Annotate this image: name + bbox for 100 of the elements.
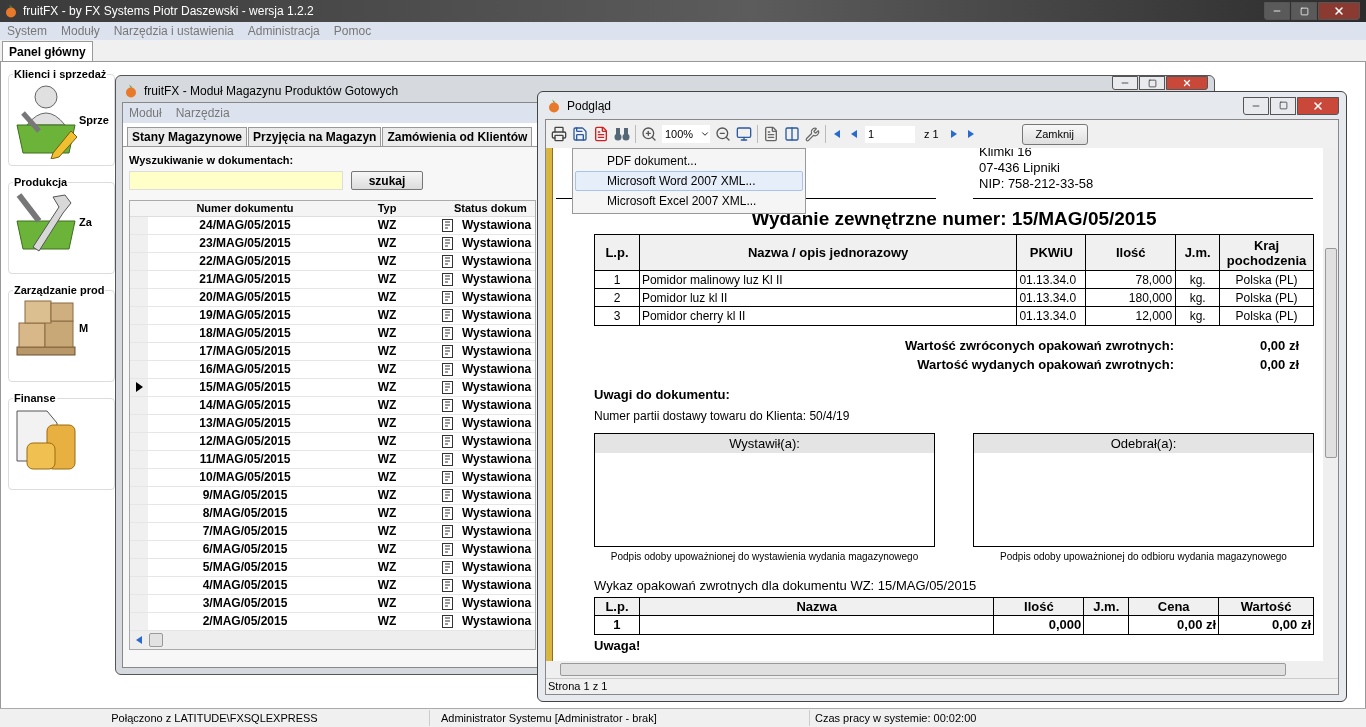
table-cell-text: Polska (PL) [1234, 308, 1299, 325]
total-value: 0,00 zł [1258, 355, 1299, 374]
group-label[interactable]: Za [79, 214, 92, 231]
group-label[interactable]: M [79, 320, 89, 337]
document-icon [441, 452, 453, 466]
pdf-icon[interactable] [593, 126, 609, 142]
table-cell-text: 7/MAG/05/2015 [201, 523, 289, 540]
table-cell-text: Wystawiona [462, 523, 532, 540]
column-header: Cena [1129, 598, 1220, 615]
table-cell-text: 2/MAG/05/2015 [201, 613, 289, 630]
column-header: J.m. [1084, 598, 1130, 615]
document-icon [441, 326, 453, 340]
table-cell-text: Wystawiona [462, 433, 532, 450]
close-preview-button[interactable]: Zamknij [1021, 123, 1088, 145]
table-cell-text: 4/MAG/05/2015 [201, 577, 289, 594]
document-icon [441, 470, 453, 484]
window-title: fruitFX - by FX Systems Piotr Daszewski - wersja 1.2.2 [23, 3, 314, 20]
window-title: fruitFX - Moduł Magazynu Produktów Gotowych [144, 83, 399, 100]
table-cell: Pomidor cherry kl II [639, 307, 1018, 325]
search-field[interactable] [129, 170, 343, 190]
table-cell-text: WZ [376, 541, 398, 558]
menu-item[interactable]: Moduł [129, 104, 162, 122]
maximize-icon [1278, 101, 1288, 110]
table-cell-text: 20/MAG/05/2015 [198, 289, 292, 306]
menu-item[interactable]: Moduły [61, 22, 100, 40]
minimize-button[interactable] [1243, 96, 1269, 115]
address-line: NIP: 758-212-33-58 [979, 176, 1095, 192]
maximize-icon [1299, 6, 1309, 16]
column-header: Ilość [994, 598, 1085, 615]
table-cell-text: Wystawiona [462, 541, 532, 558]
column-header[interactable]: Typ [342, 199, 432, 217]
table-cell: 12,000 [1086, 307, 1177, 325]
menu-item[interactable]: Narzędzia i ustawienia [113, 22, 234, 40]
document-icon [441, 416, 453, 430]
menu-item[interactable]: Administracja [247, 22, 320, 40]
save-icon[interactable] [572, 126, 588, 142]
menu-item[interactable]: Microsoft Excel 2007 XML... [575, 191, 803, 211]
print-icon[interactable] [551, 126, 567, 142]
close-button[interactable] [1318, 2, 1360, 20]
notes-title: Uwagi do dokumentu: [594, 386, 731, 404]
close-icon [1312, 99, 1324, 112]
document-icon [441, 254, 453, 268]
maximize-button[interactable] [1270, 96, 1296, 115]
table-cell-text: WZ [376, 415, 398, 432]
maximize-button[interactable] [1139, 76, 1165, 90]
tab[interactable]: Zamówienia od Klientów [382, 127, 533, 146]
row-pointer-icon [135, 382, 143, 392]
document-icon [441, 308, 453, 322]
table-cell-text: Wystawiona [462, 271, 532, 288]
binoculars-icon[interactable] [614, 127, 630, 141]
table-cell: 01.13.34.0 [1017, 271, 1087, 288]
basket-icon [13, 82, 79, 159]
zoom-out-icon[interactable] [715, 126, 731, 142]
table-cell-text: 23/MAG/05/2015 [198, 235, 292, 252]
maximize-button[interactable] [1291, 2, 1317, 20]
menu-item[interactable]: System [7, 22, 47, 40]
window-title: Podgląd [567, 97, 612, 115]
page-icon[interactable] [763, 126, 779, 142]
tab[interactable]: Stany Magazynowe [127, 127, 248, 146]
table-cell-text: 3/MAG/05/2015 [201, 595, 289, 612]
minimize-button[interactable] [1112, 76, 1138, 90]
monitor-icon[interactable] [736, 126, 752, 142]
close-button[interactable] [1166, 76, 1208, 90]
table-cell-text: 13/MAG/05/2015 [198, 415, 292, 432]
table-cell: kg. [1176, 289, 1221, 306]
page-field[interactable]: 1 [865, 125, 915, 143]
zoom-select[interactable]: 100% [662, 125, 710, 143]
wrench-icon[interactable] [805, 126, 820, 142]
table-cell-text: Wystawiona [462, 577, 532, 594]
scroll-thumb[interactable] [1324, 248, 1337, 458]
table-cell-text: 9/MAG/05/2015 [201, 487, 289, 504]
table-cell: kg. [1176, 307, 1221, 325]
close-button[interactable] [1297, 96, 1339, 115]
minimize-button[interactable] [1264, 2, 1290, 20]
menu-item[interactable]: Pomoc [333, 22, 372, 40]
tab[interactable]: Panel główny [2, 41, 93, 61]
column-header: J.m. [1176, 235, 1221, 270]
menu-item[interactable]: Microsoft Word 2007 XML... [575, 171, 803, 191]
table-cell-text: Wystawiona [462, 289, 532, 306]
zoom-in-icon[interactable] [641, 126, 657, 142]
table-cell-text: 10/MAG/05/2015 [198, 469, 292, 486]
signature-title: Odebrał(a): [974, 433, 1313, 453]
table-cell-text: WZ [376, 433, 398, 450]
scroll-thumb[interactable] [149, 632, 163, 647]
column-header[interactable]: Status dokum [432, 199, 532, 217]
scroll-thumb[interactable] [560, 663, 1286, 676]
table-cell-text: 18/MAG/05/2015 [198, 325, 292, 342]
document-icon [441, 578, 453, 592]
columns-icon[interactable] [784, 126, 800, 142]
group-label[interactable]: Sprze [79, 112, 109, 129]
table-cell-text: 17/MAG/05/2015 [198, 343, 292, 360]
search-button[interactable]: szukaj [351, 170, 423, 190]
menu-item[interactable]: PDF dokument... [575, 151, 803, 171]
menu-item[interactable]: Narzędzia [175, 104, 230, 122]
table-cell-text: Wystawiona [462, 307, 532, 324]
search-label: Wyszukiwanie w dokumentach: [129, 153, 294, 168]
caret-icon [700, 129, 710, 139]
column-header[interactable]: Numer dokumentu [148, 199, 342, 217]
table-cell-text: 16/MAG/05/2015 [198, 361, 292, 378]
tab[interactable]: Przyjęcia na Magazyn [248, 127, 382, 146]
